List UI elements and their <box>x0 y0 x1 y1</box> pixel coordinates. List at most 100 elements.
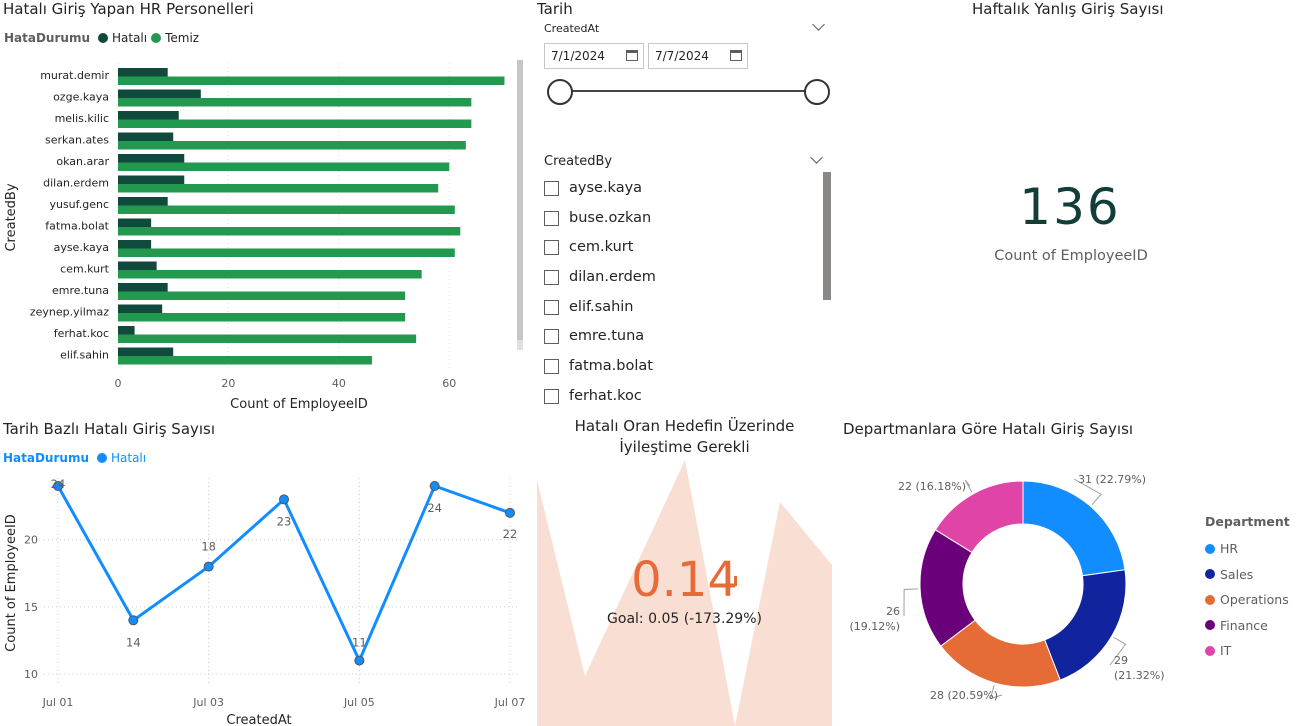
checkbox[interactable] <box>544 269 559 285</box>
slicer-item[interactable]: elif.sahin <box>544 299 634 315</box>
legend-label: Finance <box>1220 617 1268 633</box>
donut-legend-item-operations[interactable]: Operations <box>1205 587 1289 613</box>
bar-temiz[interactable] <box>118 119 472 129</box>
bar-hatali[interactable] <box>118 347 174 357</box>
bar-temiz[interactable] <box>118 291 406 301</box>
checkbox[interactable] <box>544 388 559 404</box>
kpi-status-icon <box>734 576 737 586</box>
bar-legend-temiz[interactable]: Temiz <box>165 31 199 45</box>
slicer-item-label: buse.ozkan <box>569 210 652 226</box>
slicer-item[interactable]: ferhat.koc <box>544 388 642 404</box>
legend-label: IT <box>1220 643 1232 659</box>
y-tick-label: ayse.kaya <box>54 241 109 254</box>
kpi-title-line2: İyileştime Gerekli <box>619 438 750 456</box>
bar-hatali[interactable] <box>118 304 163 314</box>
date-range-end-handle[interactable] <box>804 79 830 105</box>
donut-legend-item-sales[interactable]: Sales <box>1205 562 1289 588</box>
bar-temiz[interactable] <box>118 205 455 215</box>
bar-temiz[interactable] <box>118 334 417 344</box>
bar-hatali[interactable] <box>118 89 201 99</box>
date-range-start-handle[interactable] <box>547 79 573 105</box>
slicer-scrollbar-thumb[interactable] <box>823 172 831 300</box>
slicer-item-label: fatma.bolat <box>569 358 653 374</box>
bar-temiz[interactable] <box>118 270 422 279</box>
calendar-icon[interactable] <box>730 50 742 61</box>
line-data-point[interactable] <box>505 507 515 518</box>
checkbox[interactable] <box>544 299 559 315</box>
hatali-legend-icon <box>98 33 108 43</box>
bar-temiz[interactable] <box>118 98 472 107</box>
checkbox[interactable] <box>544 239 559 255</box>
kpi-title: Hatalı Oran Hedefin Üzerinde İyileştime … <box>537 416 832 458</box>
bar-hatali[interactable] <box>118 154 185 163</box>
bar-temiz[interactable] <box>118 141 466 150</box>
line-data-label: 11 <box>352 636 367 650</box>
donut-legend-item-hr[interactable]: HR <box>1205 536 1289 562</box>
y-tick-label: okan.arar <box>56 155 109 168</box>
donut-chart[interactable]: 31 (22.79%) 29 (21.32%) 28 (20.59%) 26 (19.12… <box>840 455 1190 725</box>
checkbox[interactable] <box>544 210 559 226</box>
donut-legend-item-finance[interactable]: Finance <box>1205 613 1289 639</box>
line-chart[interactable]: 10 15 20 Jul 01 Jul 03 Jul 05 Jul 07 24 14 18 23 11… <box>0 470 535 726</box>
bar-temiz[interactable] <box>118 248 455 258</box>
bar-temiz[interactable] <box>118 76 505 86</box>
y-tick-label: 10 <box>24 668 38 681</box>
line-data-point[interactable] <box>128 615 139 626</box>
bar-chart-scrollbar-thumb[interactable] <box>517 60 523 340</box>
bar-hatali[interactable] <box>118 197 168 206</box>
slicer-item[interactable]: dilan.erdem <box>544 269 656 285</box>
y-tick-label: zeynep.yilmaz <box>30 306 109 319</box>
bar-hatali[interactable] <box>118 175 185 185</box>
bar-hatali[interactable] <box>118 261 157 271</box>
bar-legend-hatali[interactable]: Hatalı <box>112 31 147 45</box>
donut-data-label: 31 (22.79%) <box>1078 473 1146 486</box>
y-tick-label: melis.kilic <box>55 112 109 125</box>
slicer-item[interactable]: buse.ozkan <box>544 210 651 226</box>
start-date-input[interactable]: 7/1/2024 <box>544 43 644 69</box>
slicer-item-label: cem.kurt <box>569 239 634 255</box>
checkbox[interactable] <box>544 328 559 344</box>
donut-slice-hr[interactable] <box>1022 480 1126 577</box>
end-date-input[interactable]: 7/7/2024 <box>648 43 748 69</box>
bar-hatali[interactable] <box>118 111 179 120</box>
donut-legend-item-it[interactable]: IT <box>1205 638 1289 664</box>
line-data-point[interactable] <box>429 481 440 491</box>
bar-temiz[interactable] <box>118 227 461 236</box>
donut-data-label: 22 (16.18%) <box>898 480 966 493</box>
bar-temiz[interactable] <box>118 162 450 172</box>
line-data-point[interactable] <box>203 561 214 572</box>
bar-hatali[interactable] <box>118 218 152 228</box>
slicer-item[interactable]: ayse.kaya <box>544 180 642 196</box>
bar-chart[interactable]: 0 20 40 60 murat.demir ozge.kaya melis.kilic se… <box>0 55 530 415</box>
legend-dot-icon <box>1205 620 1215 631</box>
bar-hatali[interactable] <box>118 326 135 335</box>
bar-hatali[interactable] <box>118 283 168 292</box>
bar-chart-scrollbar-track[interactable] <box>517 60 523 350</box>
bar-temiz[interactable] <box>118 356 372 365</box>
bar-hatali[interactable] <box>118 132 174 142</box>
x-tick-label: 20 <box>221 377 235 390</box>
line-data-point[interactable] <box>279 494 289 505</box>
bar-temiz[interactable] <box>118 184 439 193</box>
calendar-icon[interactable] <box>626 50 638 61</box>
slicer-item[interactable]: emre.tuna <box>544 328 644 344</box>
line-legend-hatali[interactable]: Hatalı <box>111 451 146 465</box>
donut-chart-title: Departmanlara Göre Hatalı Giriş Sayısı <box>843 420 1134 438</box>
donut-legend: HR Sales Operations Finance IT <box>1205 536 1289 664</box>
bar-temiz[interactable] <box>118 313 406 322</box>
line-data-point[interactable] <box>354 655 365 666</box>
slicer-item[interactable]: cem.kurt <box>544 239 633 255</box>
createdby-chevron-down-icon[interactable] <box>810 151 823 164</box>
slicer-item[interactable]: fatma.bolat <box>544 358 653 374</box>
date-slicer-chevron-down-icon[interactable] <box>812 18 825 31</box>
checkbox[interactable] <box>544 358 559 374</box>
date-range-track <box>560 90 816 92</box>
checkbox[interactable] <box>544 180 559 196</box>
y-tick-label: emre.tuna <box>52 284 109 297</box>
x-tick-label: Jul 01 <box>42 696 74 709</box>
bar-hatali[interactable] <box>118 68 168 77</box>
line-chart-title: Tarih Bazlı Hatalı Giriş Sayısı <box>3 420 216 438</box>
x-tick-label: Jul 07 <box>494 696 526 709</box>
line-chart-legend: HataDurumu Hatalı <box>3 451 146 465</box>
bar-hatali[interactable] <box>118 240 152 249</box>
